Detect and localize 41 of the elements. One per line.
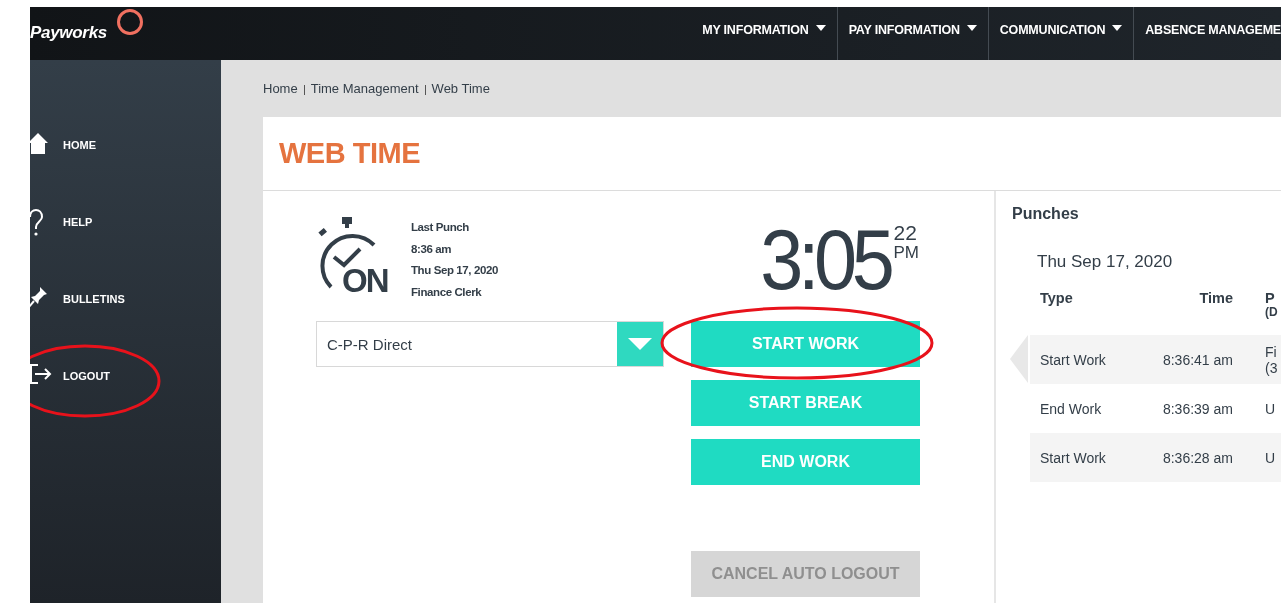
punches-date: Thu Sep 17, 2020: [1037, 252, 1174, 272]
sidebar-link[interactable]: BULLETINS: [63, 293, 125, 305]
punch-row[interactable]: Start Work 8:36:28 am U: [1030, 433, 1281, 482]
pushpin-icon: [30, 286, 48, 308]
clock-seconds: 22: [893, 223, 918, 243]
column-header: P (D: [1265, 290, 1278, 321]
nav-menu-item[interactable]: MY INFORMATION: [691, 7, 837, 60]
last-punch-text: Finance Clerk: [411, 284, 483, 300]
help-icon: [30, 209, 44, 237]
column-header: Time: [1198, 290, 1233, 308]
table-cell-text: 8:36:41 am: [1161, 351, 1233, 368]
table-cell: U: [1265, 400, 1276, 417]
table-cell-text: Start Work: [1039, 449, 1107, 466]
table-cell: U: [1265, 449, 1276, 466]
clock-period: PM: [893, 243, 919, 263]
sidebar-link[interactable]: LOGOUT: [63, 370, 111, 382]
last-punch-text: Thu Sep 17, 2020: [411, 263, 498, 278]
logo-text[interactable]: Payworks: [30, 23, 107, 43]
last-punch-text: 8:36 am: [411, 241, 453, 257]
sidebar-link[interactable]: HOME: [63, 139, 96, 151]
breadcrumb-link[interactable]: Home: [263, 80, 298, 96]
clock-time: 3:05: [760, 223, 890, 295]
status-text: ON: [342, 262, 388, 300]
table-cell: Fi (3: [1265, 343, 1278, 376]
last-punch-text: Last Punch: [411, 220, 470, 235]
table-cell-text: 8:36:39 am: [1161, 400, 1233, 417]
ring-logo-icon: [115, 7, 145, 37]
table-cell-text: Start Work: [1039, 351, 1107, 368]
breadcrumb-link[interactable]: Time Management: [310, 80, 419, 96]
page-title: WEB TIME: [279, 137, 420, 170]
punch-row[interactable]: End Work 8:36:39 am U: [1030, 384, 1281, 433]
sidebar-link[interactable]: HELP: [63, 216, 93, 228]
table-cell-text: 8:36:28 am: [1161, 449, 1233, 466]
table-cell-text: End Work: [1039, 400, 1103, 417]
column-header: Type: [1039, 290, 1074, 308]
logout-icon: [30, 363, 52, 385]
breadcrumb-link[interactable]: Web Time: [431, 80, 490, 96]
punches-heading: Punches: [1012, 205, 1080, 223]
home-icon: [30, 132, 48, 154]
position-dropdown[interactable]: C-P-R Direct: [316, 321, 664, 367]
dropdown-arrow-icon: [628, 338, 652, 350]
